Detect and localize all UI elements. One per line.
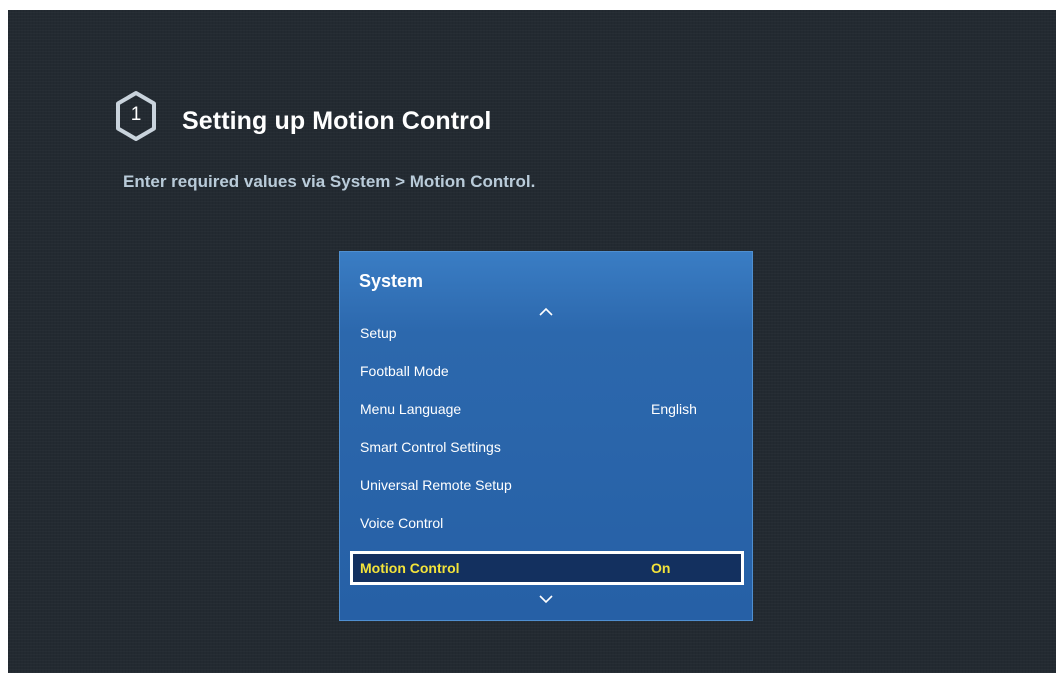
menu-item-football-mode[interactable]: Football Mode — [350, 354, 744, 388]
instruction-text: Enter required values via System > Motio… — [123, 172, 536, 191]
menu-item-label: Menu Language — [360, 401, 462, 417]
menu-item-value: English — [651, 401, 697, 417]
chevron-up-icon[interactable] — [539, 307, 553, 316]
menu-item-label: Football Mode — [360, 363, 449, 379]
menu-item-smart-control-settings[interactable]: Smart Control Settings — [350, 430, 744, 464]
menu-item-motion-control[interactable]: Motion Control On — [350, 551, 744, 585]
tv-screen: 1 Setting up Motion Control Enter requir… — [8, 10, 1056, 673]
menu-item-label: Voice Control — [360, 515, 444, 531]
chevron-down-icon[interactable] — [539, 595, 553, 604]
step-number: 1 — [130, 104, 142, 125]
menu-item-voice-control[interactable]: Voice Control — [350, 506, 744, 540]
menu-item-label: Universal Remote Setup — [360, 477, 512, 493]
menu-item-setup[interactable]: Setup — [350, 316, 744, 350]
menu-item-label: Setup — [360, 325, 397, 341]
menu-title: System — [359, 271, 424, 291]
system-menu-panel: System Setup Football Mode Menu Language… — [339, 251, 753, 621]
menu-item-universal-remote-setup[interactable]: Universal Remote Setup — [350, 468, 744, 502]
menu-item-label: Motion Control — [360, 560, 460, 576]
page-title: Setting up Motion Control — [182, 107, 492, 135]
menu-item-label: Smart Control Settings — [360, 439, 501, 455]
step-number-badge: 1 — [114, 90, 158, 142]
menu-item-menu-language[interactable]: Menu Language English — [350, 392, 744, 426]
menu-item-value: On — [651, 560, 671, 576]
